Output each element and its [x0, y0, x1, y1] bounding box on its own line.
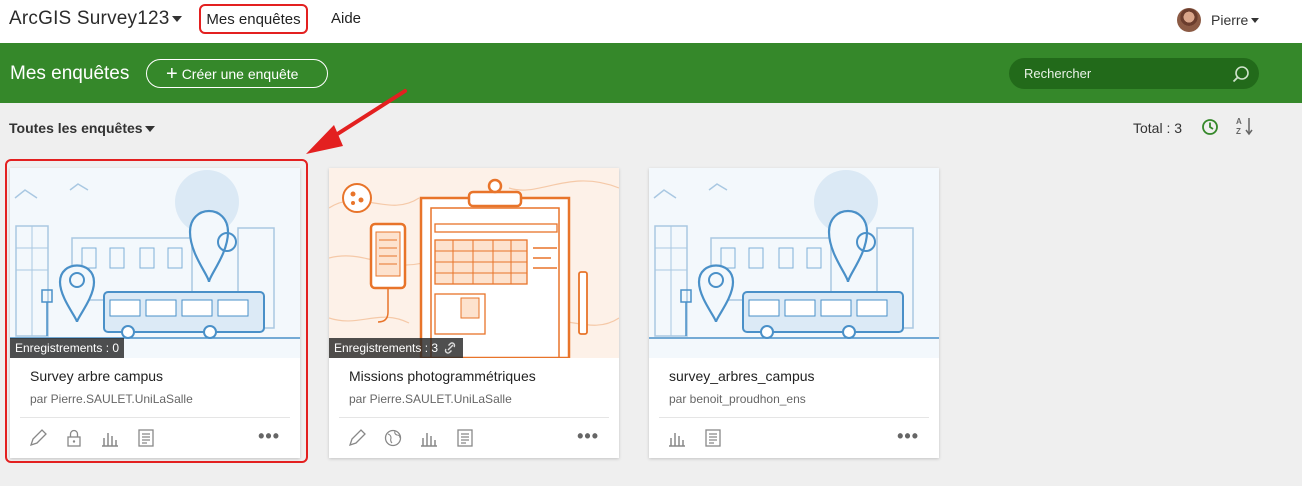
search-input[interactable]: [1009, 58, 1229, 89]
survey-card[interactable]: Enregistrements : 0 Survey arbre campus …: [10, 168, 300, 458]
app-menu-caret-icon[interactable]: [172, 16, 182, 22]
more-options-icon[interactable]: •••: [897, 426, 919, 447]
more-options-icon[interactable]: •••: [577, 426, 599, 447]
user-name[interactable]: Pierre: [1211, 12, 1248, 28]
bar-chart-icon[interactable]: [667, 428, 687, 448]
more-options-icon[interactable]: •••: [258, 426, 280, 447]
survey-owner: par benoit_proudhon_ens: [669, 392, 806, 406]
survey-title[interactable]: survey_arbres_campus: [669, 368, 815, 384]
survey-card[interactable]: Enregistrements : 3 Missions photogrammé…: [329, 168, 619, 458]
clipboard-thumbnail-image[interactable]: [329, 168, 619, 358]
bar-chart-icon[interactable]: [419, 428, 439, 448]
link-icon: [444, 342, 456, 354]
app-title[interactable]: ArcGIS Survey123: [9, 8, 170, 30]
card-actions: •••: [10, 426, 300, 450]
card-actions: •••: [329, 426, 619, 450]
records-count: Enregistrements : 0: [15, 341, 120, 355]
create-survey-button[interactable]: + Créer une enquête: [146, 59, 328, 88]
pencil-icon[interactable]: [347, 428, 367, 448]
card-divider: [659, 417, 929, 418]
records-badge: Enregistrements : 3: [329, 338, 464, 358]
lock-icon[interactable]: [64, 428, 84, 448]
document-icon[interactable]: [455, 428, 475, 448]
nav-help[interactable]: Aide: [331, 10, 361, 27]
pencil-icon[interactable]: [28, 428, 48, 448]
create-survey-label: Créer une enquête: [181, 65, 299, 82]
survey-owner: par Pierre.SAULET.UniLaSalle: [30, 392, 193, 406]
survey-owner: par Pierre.SAULET.UniLaSalle: [349, 392, 512, 406]
document-icon[interactable]: [703, 428, 723, 448]
user-menu-caret-icon[interactable]: [1251, 18, 1259, 23]
total-count: Total : 3: [1133, 120, 1183, 136]
nav-my-surveys[interactable]: Mes enquêtes: [199, 4, 308, 34]
user-avatar[interactable]: [1177, 8, 1201, 32]
records-count: Enregistrements : 3: [334, 341, 439, 355]
survey-title[interactable]: Missions photogrammétriques: [349, 368, 536, 384]
survey-filter-dropdown[interactable]: Toutes les enquêtes: [9, 120, 143, 136]
document-icon[interactable]: [136, 428, 156, 448]
records-badge: Enregistrements : 0: [10, 338, 125, 358]
card-divider: [339, 417, 609, 418]
page-title: Mes enquêtes: [10, 63, 130, 84]
search-box: [1009, 58, 1259, 89]
bar-chart-icon[interactable]: [100, 428, 120, 448]
globe-icon[interactable]: [383, 428, 403, 448]
svg-text:A: A: [1236, 117, 1242, 126]
svg-text:Z: Z: [1236, 127, 1241, 136]
survey-title[interactable]: Survey arbre campus: [30, 368, 163, 384]
city-thumbnail-image[interactable]: [649, 168, 939, 358]
top-navigation-bar: ArcGIS Survey123 Mes enquêtes Aide Pierr…: [0, 0, 1302, 43]
page-header: Mes enquêtes + Créer une enquête: [0, 43, 1302, 103]
clock-sort-icon[interactable]: [1201, 118, 1219, 136]
filter-caret-icon[interactable]: [145, 126, 155, 132]
search-icon[interactable]: [1232, 65, 1250, 83]
survey-card[interactable]: survey_arbres_campus par benoit_proudhon…: [649, 168, 939, 458]
plus-icon: +: [166, 62, 178, 85]
card-actions: •••: [649, 426, 939, 450]
city-thumbnail-image[interactable]: [10, 168, 300, 358]
alpha-sort-icon[interactable]: A Z: [1235, 116, 1255, 136]
card-divider: [20, 417, 290, 418]
